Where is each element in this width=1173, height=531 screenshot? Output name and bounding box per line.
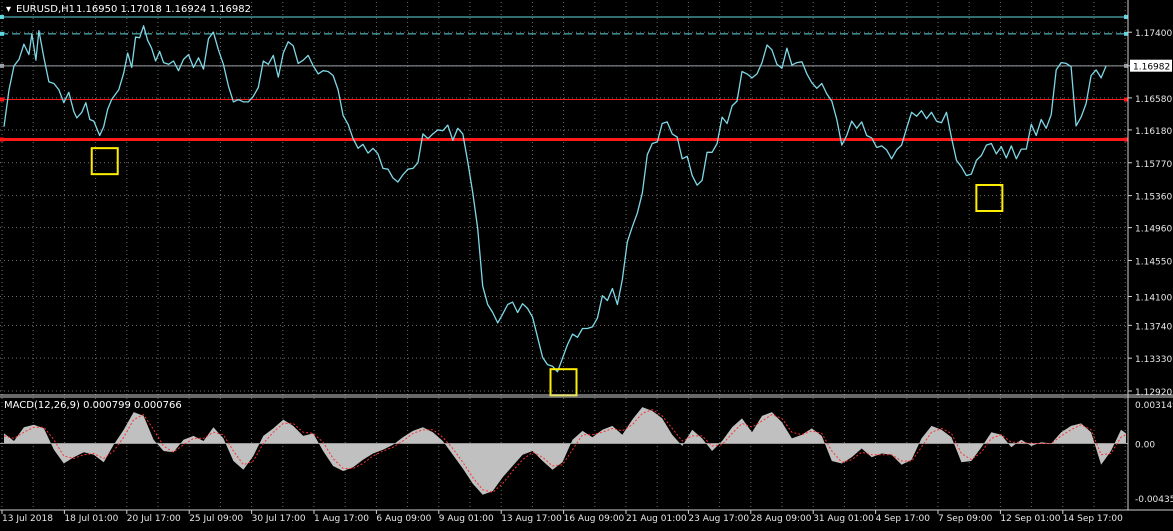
- time-axis-label: 18 Jul 01:00: [64, 514, 118, 524]
- macd-axis-label: -0.004353: [1135, 495, 1173, 505]
- line-handle[interactable]: [0, 15, 4, 19]
- time-axis-label: 13 Jul 2018: [2, 514, 53, 524]
- time-axis-label: 23 Aug 17:00: [688, 514, 749, 524]
- macd-axis-label: 0.00: [1135, 440, 1155, 450]
- time-axis-label: 14 Sep 17:00: [1063, 514, 1123, 524]
- price-axis-label: 1.16180: [1135, 127, 1172, 137]
- main-chart-header: ▾ EURUSD,H1 1.16950 1.17018 1.16924 1.16…: [6, 4, 251, 15]
- price-axis-label: 1.14550: [1135, 257, 1172, 267]
- line-handle[interactable]: [1124, 63, 1128, 68]
- price-axis-label: 1.13330: [1135, 355, 1172, 365]
- time-axis-label: 6 Aug 09:00: [376, 514, 431, 524]
- line-handle[interactable]: [1124, 97, 1128, 102]
- time-axis-label: 7 Sep 09:00: [938, 514, 993, 524]
- price-axis-label: 1.14960: [1135, 225, 1172, 235]
- symbol-icon: ▾: [6, 4, 11, 15]
- price-axis-label: 1.17400: [1135, 29, 1172, 39]
- price-axis-label: 1.14100: [1135, 293, 1172, 303]
- line-handle[interactable]: [0, 63, 4, 68]
- time-axis-label: 12 Sep 01:00: [1000, 514, 1060, 524]
- time-axis-label: 1 Aug 17:00: [314, 514, 369, 524]
- macd-title: MACD(12,26,9) 0.000799 0.000766: [4, 400, 182, 411]
- macd-axis-label: 0.003149: [1135, 401, 1173, 411]
- trading-chart-window[interactable]: 1.174001.169801.165801.161801.157701.153…: [0, 0, 1173, 527]
- time-axis-label: 16 Aug 09:00: [564, 514, 625, 524]
- line-handle[interactable]: [1124, 15, 1128, 19]
- price-axis-label: 1.13740: [1135, 322, 1172, 332]
- price-axis-label: 1.15770: [1135, 160, 1172, 170]
- line-handle[interactable]: [0, 31, 4, 36]
- time-axis-label: 4 Sep 17:00: [876, 514, 931, 524]
- time-axis-label: 25 Jul 09:00: [189, 514, 243, 524]
- line-handle[interactable]: [0, 97, 4, 102]
- time-axis-label: 31 Aug 01:00: [813, 514, 874, 524]
- time-axis-label: 20 Jul 17:00: [127, 514, 181, 524]
- time-axis-label: 21 Aug 01:00: [626, 514, 687, 524]
- price-axis-label: 1.16580: [1135, 95, 1172, 105]
- line-handle[interactable]: [0, 137, 4, 142]
- time-axis-label: 28 Aug 09:00: [751, 514, 812, 524]
- price-axis-label: 1.15360: [1135, 193, 1172, 203]
- chart-canvas[interactable]: 1.174001.169801.165801.161801.157701.153…: [0, 0, 1173, 527]
- current-price-label: 1.16982: [1133, 63, 1170, 73]
- time-axis-label: 13 Aug 17:00: [501, 514, 562, 524]
- price-axis-label: 1.12920: [1135, 388, 1172, 398]
- line-handle[interactable]: [1124, 31, 1128, 36]
- ohlc-readout: 1.16950 1.17018 1.16924 1.16982: [76, 4, 251, 15]
- time-axis-label: 9 Aug 01:00: [439, 514, 494, 524]
- symbol-title: EURUSD,H1: [16, 4, 75, 15]
- time-axis-label: 30 Jul 17:00: [252, 514, 306, 524]
- line-handle[interactable]: [1124, 137, 1128, 142]
